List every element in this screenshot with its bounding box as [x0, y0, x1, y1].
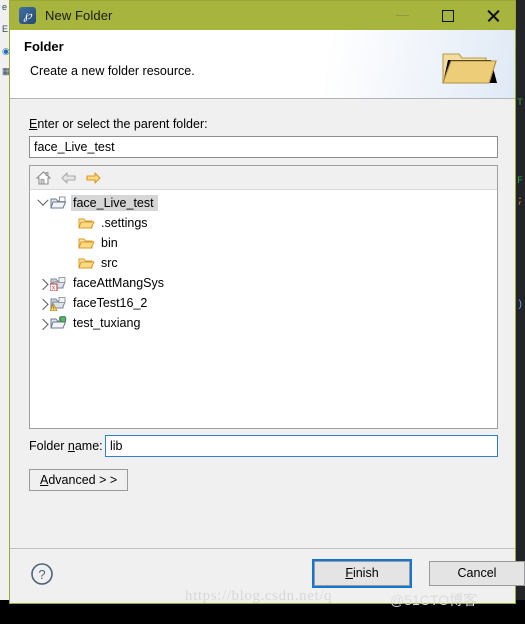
- dialog-body: Enter or select the parent folder: face_…: [10, 99, 515, 548]
- chevron-right-glyph: [37, 318, 49, 331]
- parent-folder-label: Enter or select the parent folder:: [29, 117, 208, 131]
- dialog-footer: ? Finish Cancel: [10, 548, 525, 603]
- folder-icon: [78, 238, 95, 248]
- open-project-icon: [50, 196, 67, 208]
- banner-description: Create a new folder resource.: [30, 64, 195, 78]
- tree-item-label: src: [101, 256, 118, 270]
- tree-toolbar: [30, 166, 497, 190]
- tree-item-facetest16-2[interactable]: ! faceTest16_2: [30, 293, 497, 313]
- folder-tree[interactable]: face_Live_test .settings bin src x faceAttMan…: [30, 190, 497, 428]
- tree-item-faceattmangsys[interactable]: x faceAttMangSys: [30, 273, 497, 293]
- eclipse-icon-glyph: ℘: [23, 8, 32, 22]
- tree-item-label: .settings: [101, 216, 148, 230]
- tree-item-label: bin: [101, 236, 118, 250]
- tree-item-src[interactable]: src: [30, 253, 497, 273]
- tree-item-label: test_tuxiang: [73, 316, 141, 330]
- folder-name-label-post: ame:: [74, 439, 103, 453]
- home-icon[interactable]: [35, 170, 52, 186]
- dialog-titlebar[interactable]: ℘ New Folder: [10, 1, 515, 30]
- maximize-icon: [441, 9, 454, 22]
- project-icon: x: [50, 276, 66, 291]
- folder-name-input[interactable]: [105, 435, 498, 457]
- advanced-button[interactable]: Advanced > >: [29, 469, 129, 491]
- close-button[interactable]: [470, 1, 515, 30]
- chevron-right-icon[interactable]: [36, 298, 50, 311]
- svg-text:?: ?: [38, 567, 45, 582]
- finish-button-label: inish: [352, 566, 379, 580]
- window-controls: [380, 1, 515, 30]
- open-project-icon: [50, 315, 67, 328]
- tree-item--settings[interactable]: .settings: [30, 213, 497, 233]
- chevron-right-glyph: [37, 278, 49, 291]
- chevron-down-glyph: [37, 194, 49, 206]
- folder-name-label-accel: n: [67, 439, 75, 453]
- folder-icon: [78, 218, 95, 228]
- svg-text:x: x: [52, 285, 55, 290]
- folder-name-label-pre: Folder: [29, 439, 68, 453]
- chevron-right-glyph: [37, 298, 49, 311]
- cancel-button[interactable]: Cancel: [429, 561, 525, 586]
- tree-item-face-live-test[interactable]: face_Live_test: [30, 193, 497, 213]
- parent-folder-label-text: nter or select the parent folder:: [37, 117, 208, 131]
- minimize-button[interactable]: [380, 1, 425, 30]
- minimize-icon: [396, 15, 409, 16]
- folder-tree-panel: face_Live_test .settings bin src x faceAttMan…: [29, 165, 498, 429]
- advanced-button-label: dvanced > >: [48, 473, 118, 487]
- tree-item-label: faceTest16_2: [73, 296, 148, 310]
- tree-item-test-tuxiang[interactable]: test_tuxiang: [30, 313, 497, 333]
- parent-folder-input[interactable]: [29, 136, 498, 158]
- tree-item-label: faceAttMangSys: [73, 276, 165, 290]
- chevron-down-icon[interactable]: [36, 194, 50, 207]
- eclipse-icon: ℘: [19, 7, 36, 24]
- chevron-right-icon[interactable]: [36, 278, 50, 291]
- tree-item-label: face_Live_test: [71, 195, 158, 211]
- folder-name-label: Folder name:: [29, 439, 103, 453]
- open-folder-illustration: [442, 53, 497, 84]
- maximize-button[interactable]: [425, 1, 470, 30]
- close-icon: [486, 9, 500, 23]
- forward-arrow-icon[interactable]: [85, 170, 102, 186]
- tree-item-bin[interactable]: bin: [30, 233, 497, 253]
- chevron-right-icon[interactable]: [36, 318, 50, 331]
- finish-button[interactable]: Finish: [312, 559, 412, 588]
- finish-button-accel: F: [345, 566, 353, 580]
- banner-title: Folder: [24, 39, 64, 54]
- new-folder-dialog: ℘ New Folder Folder Create a new folder …: [9, 0, 525, 604]
- folder-icon: [78, 258, 95, 268]
- dialog-banner: Folder Create a new folder resource.: [10, 30, 515, 99]
- project-icon: !: [50, 296, 66, 311]
- back-arrow-icon[interactable]: [60, 170, 77, 186]
- help-icon[interactable]: ?: [30, 562, 54, 586]
- dialog-title: New Folder: [45, 8, 113, 23]
